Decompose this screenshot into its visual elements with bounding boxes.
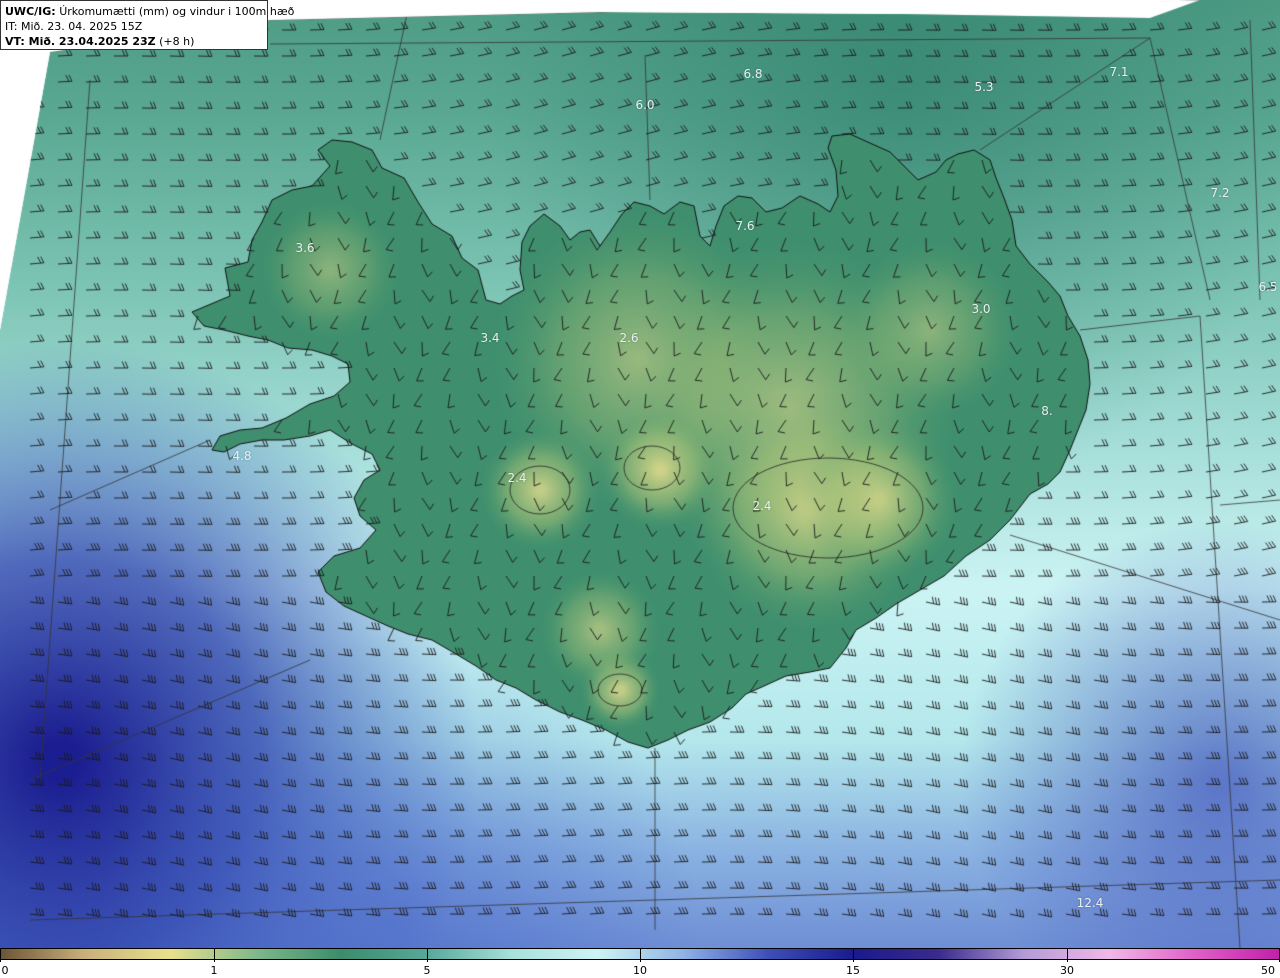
legend-tick — [427, 948, 428, 962]
map-title-text: Úrkomumætti (mm) og vindur i 100m hæð — [59, 5, 295, 18]
precip-value-label: 5.3 — [974, 80, 994, 94]
valid-time-key: VT: Mið. 23.04.2025 23Z — [5, 35, 156, 48]
precip-value-label: 2.4 — [752, 499, 772, 513]
valid-time: VT: Mið. 23.04.2025 23Z (+8 h) — [5, 34, 263, 49]
precip-value-label: 3.0 — [971, 302, 991, 316]
legend-label: 15 — [846, 964, 860, 977]
legend-tick — [1067, 948, 1068, 962]
precip-value-label: 12.4 — [1076, 896, 1104, 910]
precip-value-label: 3.4 — [480, 331, 500, 345]
legend-tick — [853, 948, 854, 962]
legend-label: 5 — [423, 964, 431, 977]
precip-value-label: 7.6 — [735, 219, 755, 233]
legend-tick — [640, 948, 641, 962]
forecast-map — [0, 0, 1280, 948]
legend-tick — [0, 948, 1, 962]
legend-label: 30 — [1060, 964, 1074, 977]
precip-value-label: 6.0 — [635, 98, 655, 112]
precip-value-label: 6.5 — [1258, 280, 1278, 294]
legend-label: 0 — [1, 964, 9, 977]
precip-value-label: 7.1 — [1109, 65, 1129, 79]
color-legend: 0 1 5 10 15 30 50 — [0, 948, 1280, 978]
precip-value-label: 3.6 — [295, 241, 315, 255]
initial-time: IT: Mið. 23. 04. 2025 15Z — [5, 20, 143, 33]
precip-value-label: 2.6 — [619, 331, 639, 345]
precip-value-label: 2.4 — [507, 471, 527, 485]
map-title: UWC/IG: Úrkomumætti (mm) og vindur i 100… — [5, 4, 294, 19]
precip-value-label: 4.8 — [232, 449, 252, 463]
precip-value-label: 6.8 — [743, 67, 763, 81]
precip-value-label: 7.2 — [1210, 186, 1230, 200]
legend-label: 50 — [1261, 964, 1275, 977]
legend-tick — [214, 948, 215, 962]
legend-label: 10 — [633, 964, 647, 977]
model-code: UWC/IG: — [5, 5, 56, 18]
precip-value-label: 8. — [1041, 404, 1053, 418]
map-info-box: UWC/IG: Úrkomumætti (mm) og vindur i 100… — [0, 0, 294, 50]
forecast-offset: (+8 h) — [159, 35, 195, 48]
legend-label: 1 — [210, 964, 218, 977]
